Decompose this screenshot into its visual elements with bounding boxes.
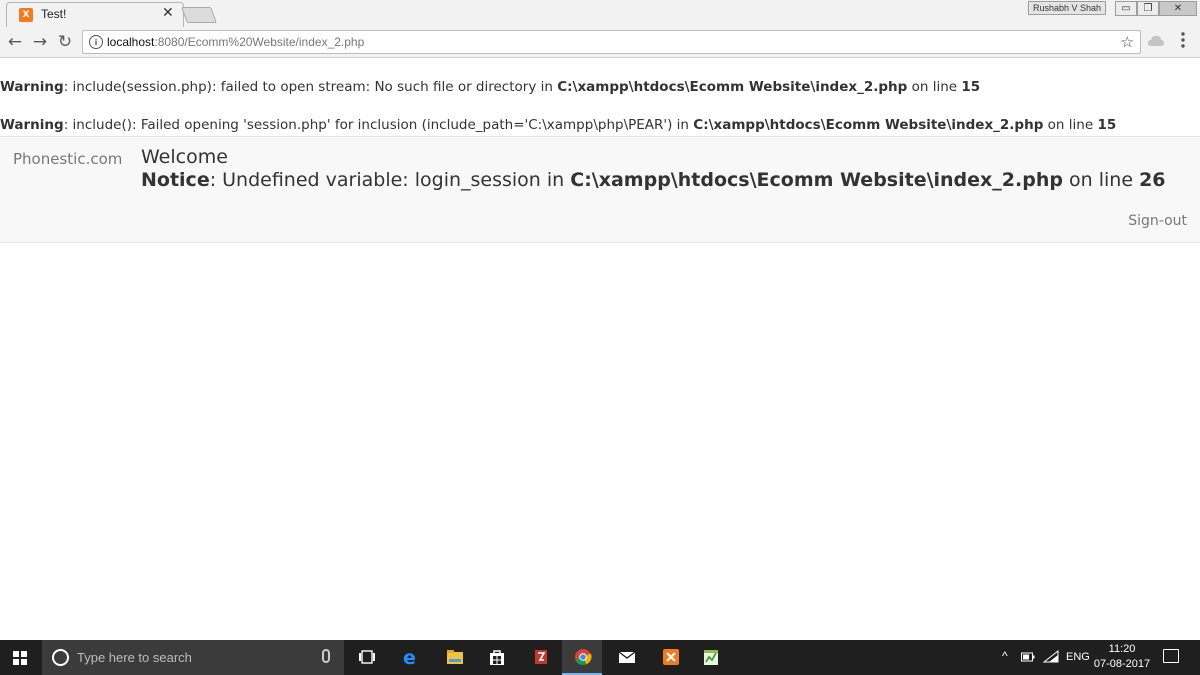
notice-text: : Undefined variable: login_session in: [209, 169, 571, 191]
folder-icon: [447, 650, 463, 664]
search-placeholder: Type here to search: [77, 650, 192, 665]
mail-button[interactable]: [606, 640, 646, 675]
notepad-plus-button[interactable]: [690, 640, 730, 675]
language-indicator[interactable]: ENG: [1066, 651, 1090, 663]
php-notice: Notice: Undefined variable: login_sessio…: [141, 169, 1166, 191]
warning-path: C:\xampp\htdocs\Ecomm Website\index_2.ph…: [693, 117, 1044, 133]
url-path: :8080/Ecomm%20Website/index_2.php: [154, 35, 365, 49]
minimize-button[interactable]: ▭: [1115, 1, 1137, 16]
maximize-button[interactable]: ❐: [1137, 1, 1159, 16]
taskbar-search-box[interactable]: Type here to search: [42, 640, 344, 675]
address-bar[interactable]: i localhost:8080/Ecomm%20Website/index_2…: [82, 30, 1141, 54]
store-icon: [490, 650, 504, 665]
back-button[interactable]: ←: [5, 32, 25, 52]
chrome-icon: [575, 649, 592, 665]
reload-button[interactable]: ↻: [55, 32, 75, 52]
warning-on-line: on line: [1043, 117, 1098, 133]
action-center-icon[interactable]: [1163, 649, 1179, 663]
notice-line: 26: [1139, 169, 1166, 191]
clock-date: 07-08-2017: [1093, 658, 1151, 670]
warning-text: : include(): Failed opening 'session.php…: [63, 117, 694, 133]
clock-time: 11:20: [1108, 643, 1136, 655]
svg-text:e: e: [403, 648, 416, 666]
new-tab-button[interactable]: [181, 7, 217, 23]
extension-icon[interactable]: [1148, 34, 1164, 48]
taskbar-clock[interactable]: 11:20 07-08-2017: [1092, 642, 1152, 672]
php-warning-2: Warning: include(): Failed opening 'sess…: [0, 117, 1116, 133]
windows-logo-icon: [13, 651, 27, 665]
php-warning-1: Warning: include(session.php): failed to…: [0, 79, 980, 95]
browser-toolbar: ← → ↻ i localhost:8080/Ecomm%20Website/i…: [0, 27, 1200, 58]
browser-tab[interactable]: X Test! ✕: [6, 2, 184, 27]
site-navbar: Phonestic.com Welcome Notice: Undefined …: [0, 136, 1200, 243]
wifi-icon[interactable]: [1042, 649, 1059, 667]
warning-path: C:\xampp\htdocs\Ecomm Website\index_2.ph…: [557, 79, 908, 95]
windows-taskbar: Type here to search e ^ ENG 11:20 07-08-…: [0, 640, 1200, 675]
warning-on-line: on line: [907, 79, 962, 95]
cortana-icon: [52, 649, 69, 666]
close-window-button[interactable]: ✕: [1159, 1, 1197, 16]
welcome-text: Welcome: [141, 146, 228, 168]
notice-on-line: on line: [1062, 169, 1140, 191]
filezilla-button[interactable]: [520, 640, 560, 675]
bookmark-star-icon[interactable]: ☆: [1121, 33, 1134, 51]
site-info-icon[interactable]: i: [89, 35, 103, 49]
warning-line: 15: [1097, 117, 1117, 133]
tray-chevron-icon[interactable]: ^: [1002, 649, 1008, 663]
notice-path: C:\xampp\htdocs\Ecomm Website\index_2.ph…: [570, 169, 1063, 191]
browser-menu-icon[interactable]: [1178, 32, 1188, 52]
filezilla-icon: [535, 650, 547, 664]
chrome-button[interactable]: [562, 640, 602, 675]
task-view-button[interactable]: [346, 640, 386, 675]
browser-titlebar: X Test! ✕ Rushabh V Shah ▭ ❐ ✕: [0, 0, 1200, 27]
forward-button[interactable]: →: [30, 32, 50, 52]
xampp-favicon-icon: X: [19, 8, 33, 22]
task-view-icon: [359, 650, 375, 664]
warning-text: : include(session.php): failed to open s…: [63, 79, 558, 95]
warning-label: Warning: [0, 79, 64, 95]
edge-icon: e: [403, 648, 416, 666]
warning-label: Warning: [0, 117, 64, 133]
url-text[interactable]: localhost:8080/Ecomm%20Website/index_2.p…: [107, 35, 364, 49]
microphone-icon[interactable]: [322, 649, 330, 663]
start-button[interactable]: [0, 640, 42, 675]
warning-line: 15: [961, 79, 981, 95]
url-host: localhost: [107, 35, 155, 49]
store-button[interactable]: [476, 640, 516, 675]
xampp-icon: [663, 649, 679, 665]
notice-label: Notice: [141, 169, 210, 191]
mail-icon: [618, 651, 636, 663]
file-explorer-button[interactable]: [434, 640, 474, 675]
sign-out-link[interactable]: Sign-out: [1128, 213, 1187, 229]
profile-button[interactable]: Rushabh V Shah: [1028, 1, 1106, 15]
tab-close-icon[interactable]: ✕: [162, 5, 174, 21]
tab-title: Test!: [41, 7, 67, 21]
notepad-plus-icon: [704, 650, 718, 665]
battery-icon[interactable]: [1021, 652, 1035, 665]
brand-link[interactable]: Phonestic.com: [13, 150, 122, 168]
xampp-button[interactable]: [650, 640, 690, 675]
edge-button[interactable]: e: [390, 640, 430, 675]
